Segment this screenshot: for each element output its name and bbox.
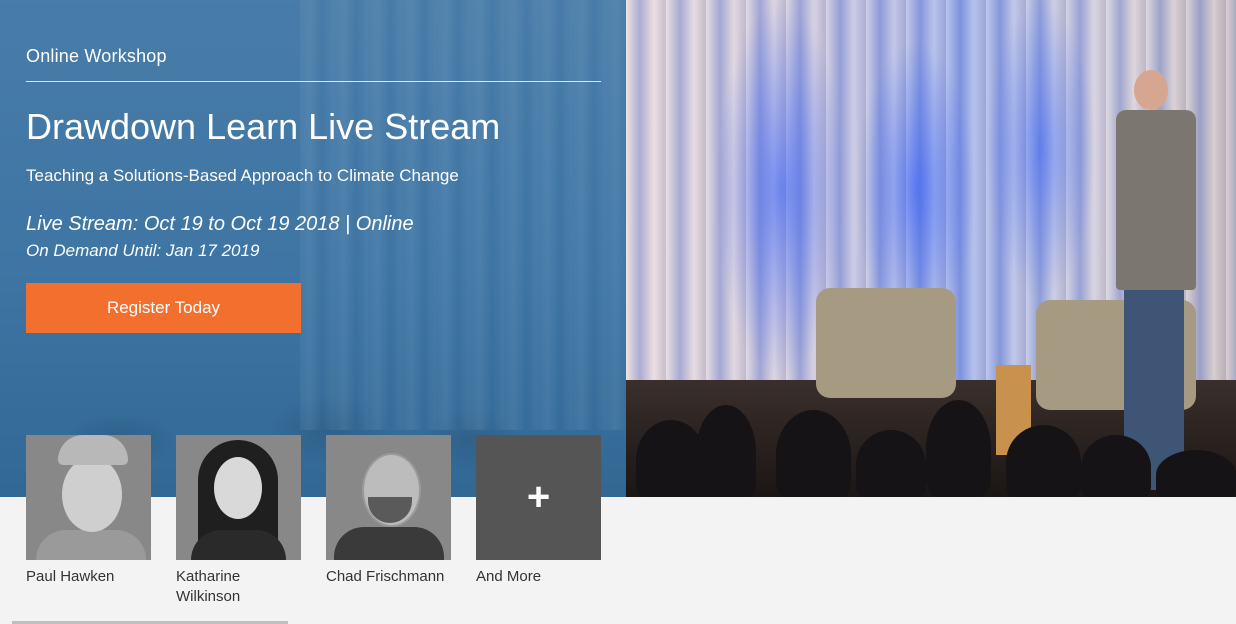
- on-demand-date: On Demand Until: Jan 17 2019: [26, 241, 260, 260]
- audience-silhouettes: [626, 400, 1236, 497]
- live-stream-dates: Live Stream: Oct 19 to Oct 19 2018 | Onl…: [26, 213, 414, 235]
- more-speakers-tile[interactable]: +: [476, 435, 601, 560]
- divider: [26, 81, 601, 82]
- speaker-photo[interactable]: [176, 435, 301, 560]
- register-button[interactable]: Register Today: [26, 283, 301, 333]
- hero-banner: Online Workshop Drawdown Learn Live Stre…: [0, 0, 1236, 497]
- page-subtitle: Teaching a Solutions-Based Approach to C…: [26, 166, 459, 185]
- speaker-card[interactable]: Katharine Wilkinson: [176, 435, 301, 607]
- plus-icon: +: [526, 475, 551, 519]
- hero-photo-speaker-on-stage: [626, 0, 1236, 497]
- more-speakers-card[interactable]: + And More: [476, 435, 601, 607]
- speaker-photo[interactable]: [326, 435, 451, 560]
- speaker-card[interactable]: Paul Hawken: [26, 435, 151, 607]
- stage-chair: [816, 288, 956, 398]
- speaker-card[interactable]: Chad Frischmann: [326, 435, 451, 607]
- page-title: Drawdown Learn Live Stream: [26, 106, 501, 147]
- more-speakers-label[interactable]: And More: [476, 567, 601, 587]
- speaker-list: Paul Hawken Katharine Wilkinson Chad Fri…: [26, 435, 601, 607]
- speaker-name[interactable]: Paul Hawken: [26, 567, 151, 587]
- speaker-photo[interactable]: [26, 435, 151, 560]
- speaker-name[interactable]: Chad Frischmann: [326, 567, 451, 587]
- speaker-name[interactable]: Katharine Wilkinson: [176, 567, 301, 607]
- event-type-label: Online Workshop: [26, 46, 167, 66]
